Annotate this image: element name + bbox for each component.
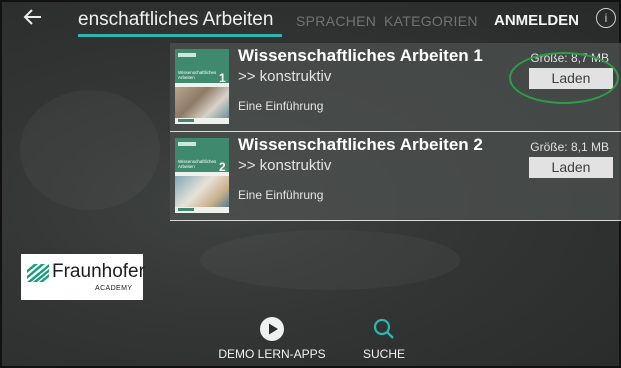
- highlight-annotation: [509, 52, 619, 104]
- arrow-left-icon: [23, 9, 41, 25]
- nav-label: DEMO LERN-APPS: [218, 347, 326, 361]
- tab-kategorien[interactable]: KATEGORIEN: [384, 13, 478, 29]
- book-cover: Wissenschaftliches Arbeiten 1: [175, 49, 229, 124]
- tab-wissenschaftliches-arbeiten[interactable]: enschaftliches Arbeiten: [78, 9, 273, 31]
- item-subtitle: >> konstruktiv: [238, 68, 332, 85]
- cover-title: Wissenschaftliches Arbeiten: [178, 70, 217, 80]
- cover-footer: [178, 119, 194, 122]
- cover-logo: [178, 142, 196, 146]
- cover-title: Wissenschaftliches Arbeiten: [178, 159, 217, 169]
- cover-number: 2: [219, 160, 226, 174]
- back-button[interactable]: [22, 6, 44, 28]
- cover-photo: [175, 176, 229, 207]
- play-circle-icon: [260, 317, 284, 341]
- top-app-bar: enschaftliches Arbeiten SPRACHEN KATEGOR…: [0, 0, 621, 38]
- chalk-smudge: [20, 90, 160, 210]
- nav-suche[interactable]: SUCHE: [356, 316, 412, 361]
- item-title: Wissenschaftliches Arbeiten 1: [238, 46, 483, 65]
- load-button[interactable]: Laden: [529, 157, 613, 178]
- logo-name: Fraunhofer: [52, 261, 145, 282]
- book-cover: Wissenschaftliches Arbeiten 2: [175, 138, 229, 213]
- tab-indicator: [78, 34, 282, 37]
- divider: [170, 220, 621, 221]
- app-screen: enschaftliches Arbeiten SPRACHEN KATEGOR…: [0, 0, 621, 368]
- fraunhofer-academy-logo: Fraunhofer ACADEMY: [21, 254, 145, 300]
- item-description: Eine Einführung: [238, 99, 324, 113]
- item-subtitle: >> konstruktiv: [238, 157, 332, 174]
- item-title: Wissenschaftliches Arbeiten 2: [238, 135, 483, 154]
- fraunhofer-logo-icon: [27, 264, 49, 282]
- cover-number: 1: [219, 71, 226, 85]
- cover-photo: [175, 87, 229, 118]
- search-icon: [373, 318, 394, 339]
- file-size: Größe: 8,1 MB: [530, 140, 609, 154]
- info-icon[interactable]: i: [596, 8, 616, 28]
- logo-subtitle: ACADEMY: [95, 285, 133, 292]
- login-button[interactable]: ANMELDEN: [494, 12, 579, 29]
- item-description: Eine Einführung: [238, 188, 324, 202]
- chalk-smudge: [200, 230, 460, 290]
- list-item[interactable]: Wissenschaftliches Arbeiten 2 Wissenscha…: [170, 132, 621, 220]
- nav-label: SUCHE: [362, 347, 405, 361]
- nav-demo-lern-apps[interactable]: DEMO LERN-APPS: [217, 316, 327, 361]
- cover-logo: [178, 53, 196, 57]
- tab-sprachen[interactable]: SPRACHEN: [296, 13, 376, 29]
- cover-footer: [178, 208, 194, 211]
